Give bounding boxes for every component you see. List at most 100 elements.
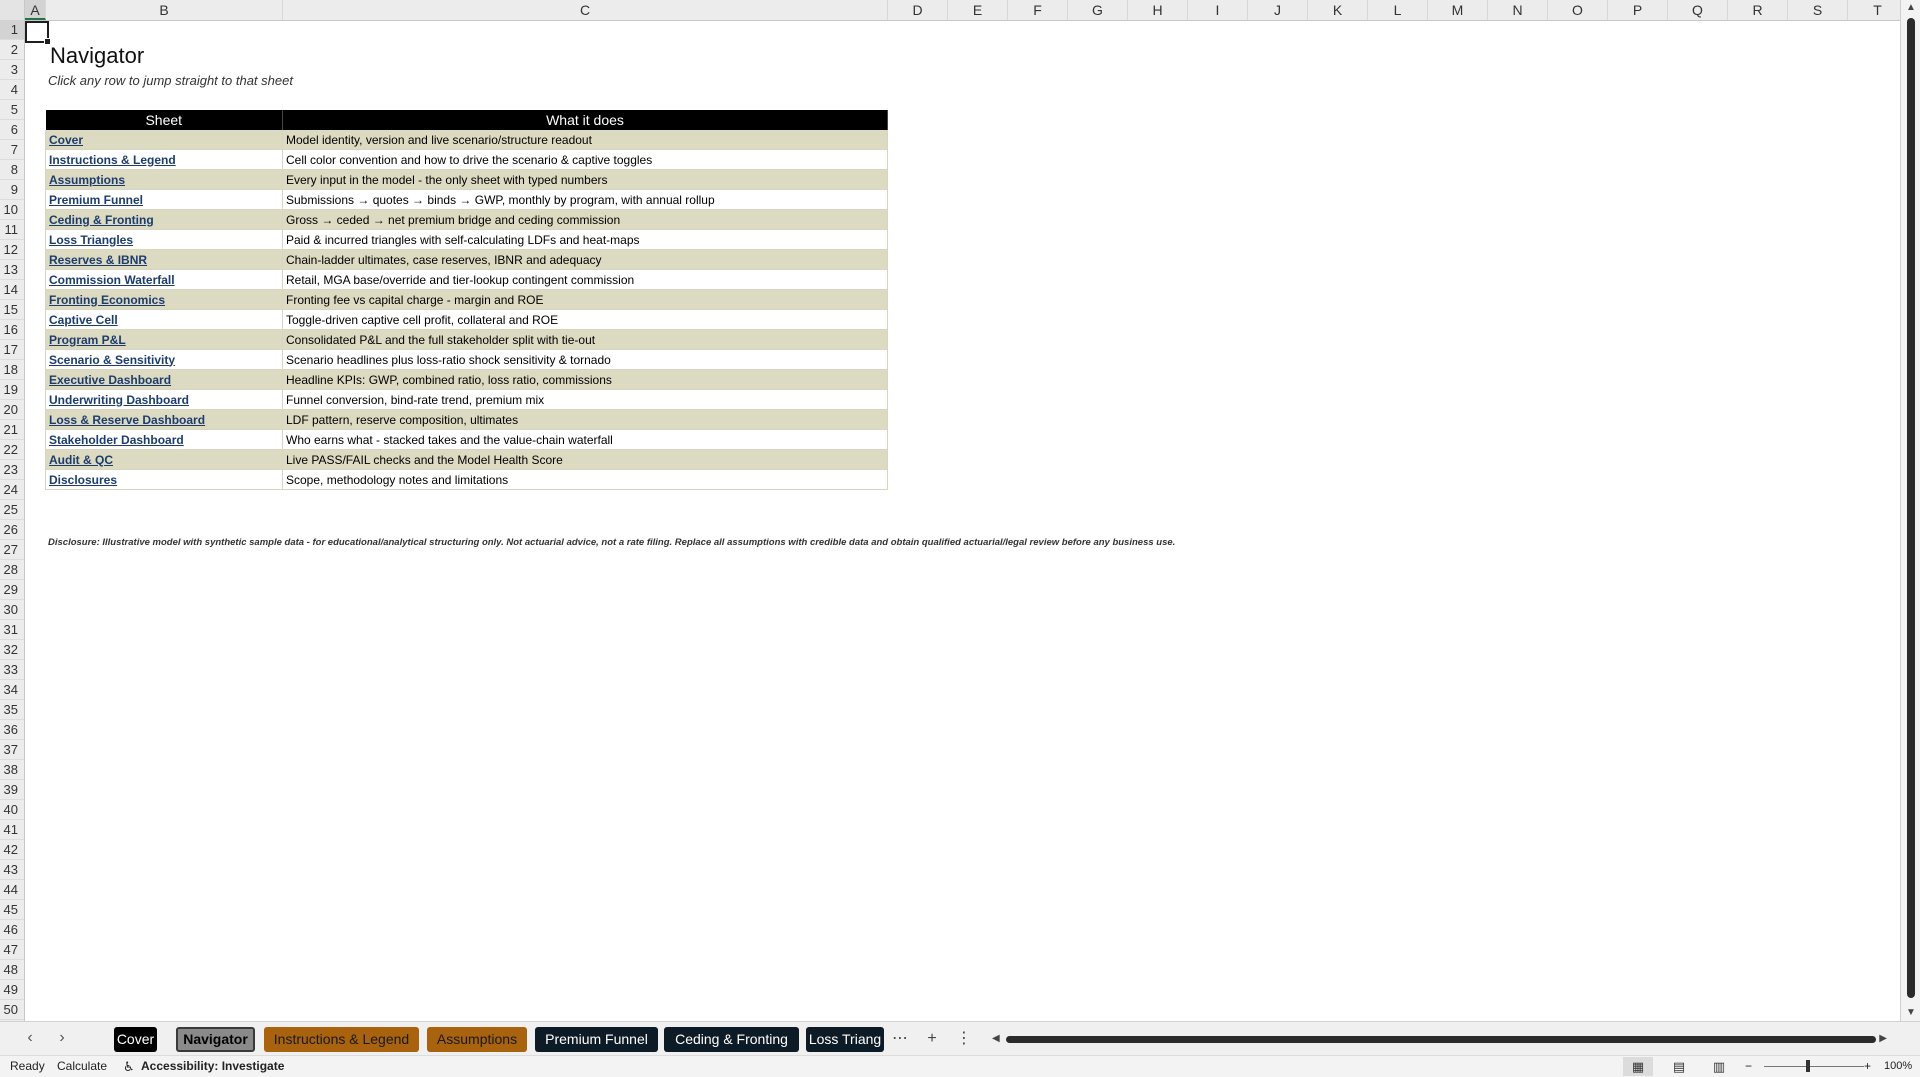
row-header-32[interactable]: 32 [0, 640, 24, 660]
row-header-3[interactable]: 3 [0, 60, 24, 80]
zoom-slider[interactable] [1764, 1066, 1864, 1067]
table-row[interactable]: Underwriting Dashboard Funnel conversion,… [45, 389, 888, 410]
sheet-link[interactable]: Instructions & Legend [49, 153, 176, 167]
table-row[interactable]: Premium Funnel Submissions → quotes → bin… [45, 189, 888, 210]
sheet-link[interactable]: Premium Funnel [49, 193, 143, 207]
accessibility-status[interactable]: Accessibility: Investigate [141, 1059, 284, 1074]
row-header-46[interactable]: 46 [0, 920, 24, 940]
sheet-link[interactable]: Disclosures [49, 473, 117, 487]
row-header-45[interactable]: 45 [0, 900, 24, 920]
row-header-30[interactable]: 30 [0, 600, 24, 620]
table-row[interactable]: Loss Triangles Paid & incurred triangles … [45, 229, 888, 250]
row-header-42[interactable]: 42 [0, 840, 24, 860]
vertical-scrollbar[interactable]: ▲ ▼ [1900, 0, 1920, 1021]
table-row[interactable]: Executive Dashboard Headline KPIs: GWP, c… [45, 369, 888, 390]
table-row[interactable]: Scenario & Sensitivity Scenario headlines… [45, 349, 888, 370]
table-row[interactable]: Stakeholder Dashboard Who earns what - st… [45, 429, 888, 450]
sheet-link[interactable]: Loss & Reserve Dashboard [49, 413, 205, 427]
scroll-left-icon[interactable]: ◀ [992, 1032, 1000, 1046]
row-header-40[interactable]: 40 [0, 800, 24, 820]
column-header-o[interactable]: O [1548, 0, 1608, 20]
row-header-9[interactable]: 9 [0, 180, 24, 200]
row-header-50[interactable]: 50 [0, 1000, 24, 1020]
normal-view-icon[interactable]: ▦ [1623, 1057, 1653, 1076]
row-header-7[interactable]: 7 [0, 140, 24, 160]
chevron-left-icon[interactable]: ‹ [20, 1028, 40, 1048]
zoom-out-icon[interactable]: − [1745, 1059, 1752, 1074]
row-header-25[interactable]: 25 [0, 500, 24, 520]
row-header-2[interactable]: 2 [0, 40, 24, 60]
sheet-tab[interactable]: Navigator [176, 1027, 255, 1052]
row-header-14[interactable]: 14 [0, 280, 24, 300]
select-all-corner[interactable] [0, 0, 25, 20]
sheet-link[interactable]: Audit & QC [49, 453, 113, 467]
page-layout-view-icon[interactable]: ▤ [1664, 1057, 1694, 1076]
sheet-tab[interactable]: Ceding & Fronting [664, 1027, 799, 1052]
row-header-10[interactable]: 10 [0, 200, 24, 220]
row-header-38[interactable]: 38 [0, 760, 24, 780]
table-row[interactable]: Disclosures Scope, methodology notes and … [45, 469, 888, 490]
column-header-r[interactable]: R [1728, 0, 1788, 20]
sheet-tab[interactable]: Loss Triang [806, 1027, 884, 1052]
row-header-20[interactable]: 20 [0, 400, 24, 420]
column-header-i[interactable]: I [1188, 0, 1248, 20]
vertical-dots-icon[interactable]: ⋮ [953, 1028, 975, 1050]
column-header-q[interactable]: Q [1668, 0, 1728, 20]
row-header-4[interactable]: 4 [0, 80, 24, 100]
scroll-down-icon[interactable]: ▼ [1901, 1005, 1920, 1021]
calculate-button[interactable]: Calculate [57, 1059, 107, 1074]
row-header-47[interactable]: 47 [0, 940, 24, 960]
sheet-link[interactable]: Commission Waterfall [49, 273, 175, 287]
column-header-b[interactable]: B [46, 0, 283, 20]
accessibility-icon[interactable]: ♿ [123, 1059, 135, 1074]
sheet-link[interactable]: Scenario & Sensitivity [49, 353, 175, 367]
table-row[interactable]: Reserves & IBNR Chain-ladder ultimates, c… [45, 249, 888, 270]
sheet-tab[interactable]: Assumptions [427, 1027, 527, 1052]
vertical-scroll-thumb[interactable] [1907, 18, 1915, 998]
column-header-s[interactable]: S [1788, 0, 1848, 20]
table-row[interactable]: Loss & Reserve Dashboard LDF pattern, res… [45, 409, 888, 430]
row-header-11[interactable]: 11 [0, 220, 24, 240]
column-header-f[interactable]: F [1008, 0, 1068, 20]
sheet-link[interactable]: Cover [49, 133, 83, 147]
row-header-36[interactable]: 36 [0, 720, 24, 740]
sheet-link[interactable]: Underwriting Dashboard [49, 393, 189, 407]
row-header-8[interactable]: 8 [0, 160, 24, 180]
row-header-44[interactable]: 44 [0, 880, 24, 900]
row-header-23[interactable]: 23 [0, 460, 24, 480]
row-header-13[interactable]: 13 [0, 260, 24, 280]
row-header-29[interactable]: 29 [0, 580, 24, 600]
table-row[interactable]: Audit & QC Live PASS/FAIL checks and the … [45, 449, 888, 470]
horizontal-scrollbar[interactable]: ◀ ▶ [992, 1032, 1887, 1046]
row-header-12[interactable]: 12 [0, 240, 24, 260]
sheet-link[interactable]: Ceding & Fronting [49, 213, 154, 227]
zoom-in-icon[interactable]: + [1864, 1059, 1871, 1074]
row-header-24[interactable]: 24 [0, 480, 24, 500]
column-header-t[interactable]: T [1848, 0, 1908, 20]
sheet-link[interactable]: Executive Dashboard [49, 373, 171, 387]
sheet-link[interactable]: Loss Triangles [49, 233, 133, 247]
table-row[interactable]: Cover Model identity, version and live sc… [45, 130, 888, 150]
zoom-level[interactable]: 100% [1884, 1059, 1912, 1074]
table-row[interactable]: Assumptions Every input in the model - th… [45, 169, 888, 190]
column-header-a[interactable]: A [25, 0, 46, 20]
row-header-33[interactable]: 33 [0, 660, 24, 680]
row-header-22[interactable]: 22 [0, 440, 24, 460]
row-header-21[interactable]: 21 [0, 420, 24, 440]
table-row[interactable]: Instructions & Legend Cell color conventi… [45, 149, 888, 170]
row-header-43[interactable]: 43 [0, 860, 24, 880]
row-header-28[interactable]: 28 [0, 560, 24, 580]
horizontal-scroll-thumb[interactable] [1006, 1036, 1876, 1043]
sheet-tab[interactable]: Premium Funnel [535, 1027, 658, 1052]
sheet-link[interactable]: Program P&L [49, 333, 126, 347]
row-header-37[interactable]: 37 [0, 740, 24, 760]
row-header-19[interactable]: 19 [0, 380, 24, 400]
sheet-link[interactable]: Assumptions [49, 173, 125, 187]
sheet-link[interactable]: Stakeholder Dashboard [49, 433, 184, 447]
column-header-e[interactable]: E [948, 0, 1008, 20]
column-header-n[interactable]: N [1488, 0, 1548, 20]
row-header-49[interactable]: 49 [0, 980, 24, 1000]
row-header-17[interactable]: 17 [0, 340, 24, 360]
column-header-g[interactable]: G [1068, 0, 1128, 20]
sheet-grid[interactable]: Navigator Click any row to jump straight… [25, 21, 1900, 1021]
